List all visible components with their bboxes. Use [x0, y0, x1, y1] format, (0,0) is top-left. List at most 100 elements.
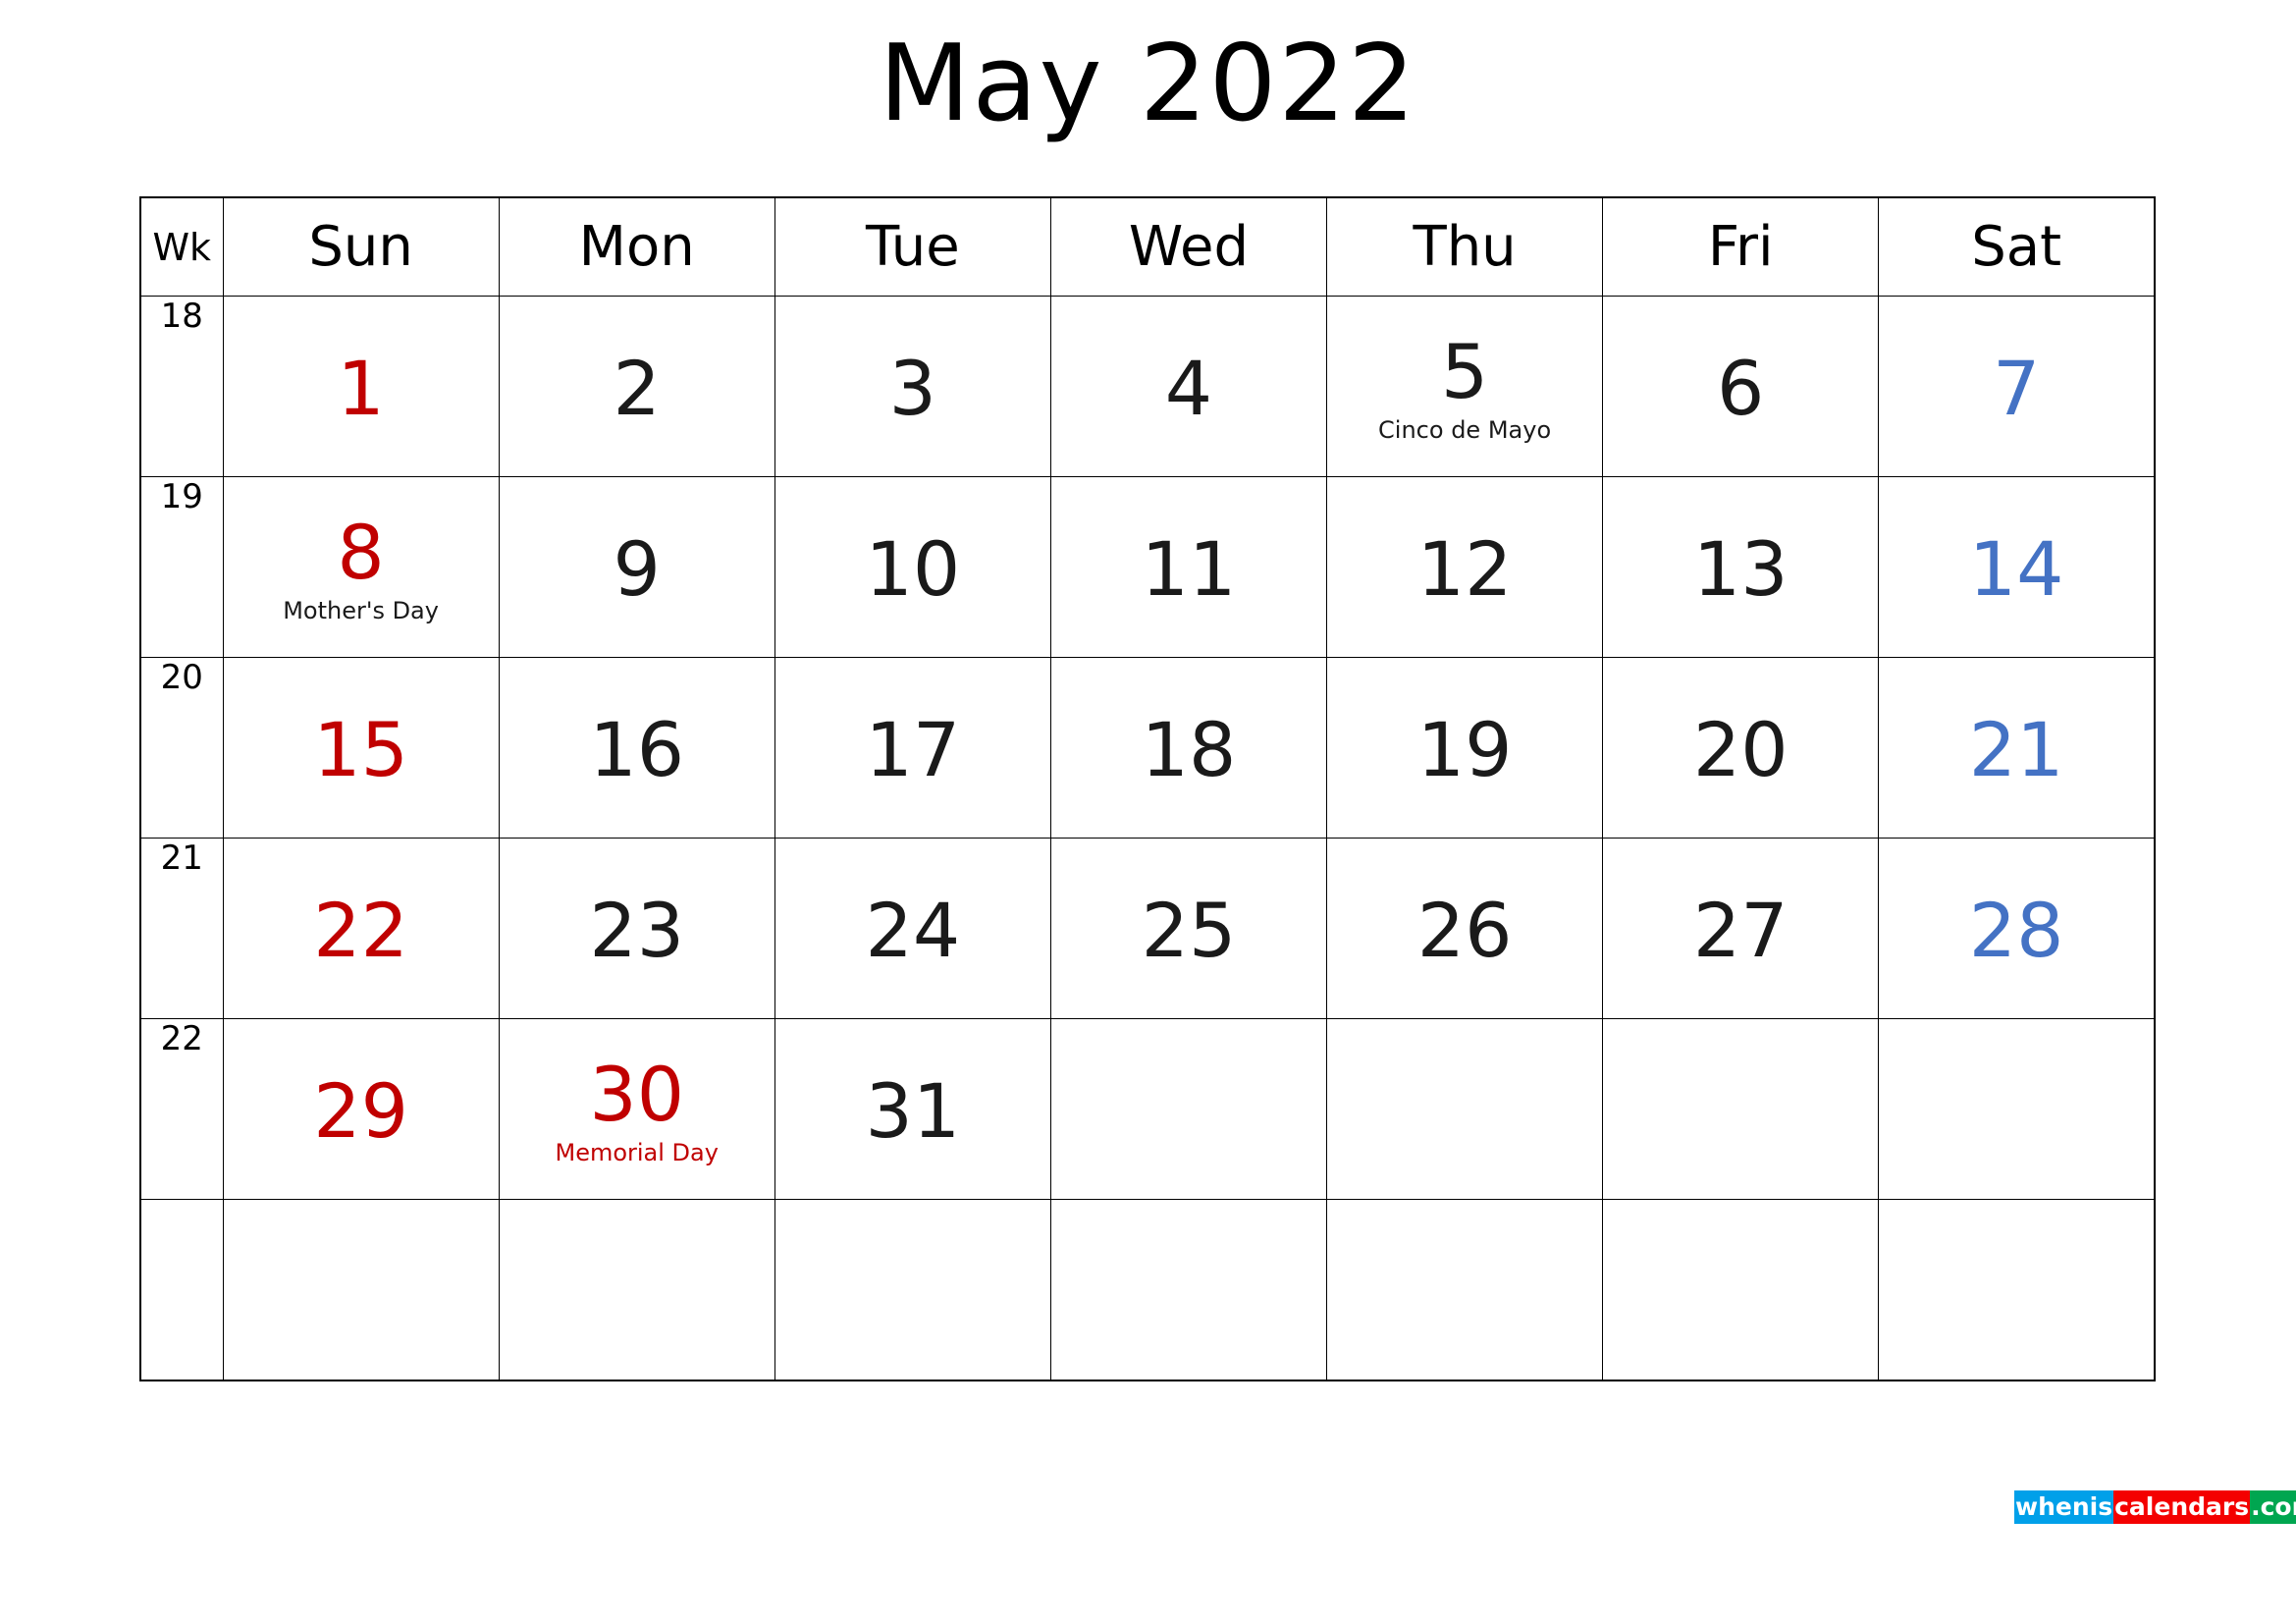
day-cell[interactable]: 30 Memorial Day: [498, 1018, 775, 1200]
day-cell[interactable]: [774, 1199, 1051, 1381]
day-cell-content: 26: [1327, 839, 1602, 1018]
day-cell[interactable]: 20: [1602, 657, 1880, 839]
week-number-cell: 18: [138, 296, 224, 477]
day-cell-content: 12: [1327, 477, 1602, 657]
day-cell-content: [1327, 1200, 1602, 1380]
day-cell[interactable]: 26: [1326, 838, 1604, 1019]
day-number: 30: [589, 1051, 685, 1139]
day-number: 26: [1416, 887, 1513, 975]
day-number: 9: [613, 525, 661, 614]
day-cell-content: 4: [1051, 297, 1326, 476]
day-cell[interactable]: [1049, 1199, 1328, 1381]
day-holiday-label: Cinco de Mayo: [1378, 415, 1552, 444]
day-cell[interactable]: 6: [1602, 296, 1880, 477]
calendar-week-row: 21 22 23 24 25 26 27 28: [138, 838, 2157, 1019]
day-cell[interactable]: [1878, 1018, 2157, 1200]
calendar-week-row: 18 1 2 3 4 5 Cinco de Mayo 6 7: [138, 296, 2157, 477]
day-cell[interactable]: 31: [774, 1018, 1051, 1200]
calendar-body: 18 1 2 3 4 5 Cinco de Mayo 6 7 19 8 Mother's Day 9 10…: [138, 296, 2157, 1381]
day-number: 25: [1141, 887, 1237, 975]
day-cell[interactable]: [1326, 1199, 1604, 1381]
day-cell[interactable]: [1049, 1018, 1328, 1200]
day-cell[interactable]: 29: [222, 1018, 500, 1200]
day-cell[interactable]: [1602, 1199, 1880, 1381]
day-number: 27: [1692, 887, 1789, 975]
day-cell[interactable]: 13: [1602, 476, 1880, 658]
day-cell[interactable]: 7: [1878, 296, 2157, 477]
calendar-week-row: [138, 1199, 2157, 1381]
day-cell-content: [1603, 1019, 1878, 1199]
day-cell-content: 15: [224, 658, 499, 838]
day-cell[interactable]: 5 Cinco de Mayo: [1326, 296, 1604, 477]
day-cell-content: 14: [1879, 477, 2154, 657]
day-number: 20: [1692, 706, 1789, 794]
day-cell-content: 29: [224, 1019, 499, 1199]
day-number: 19: [1416, 706, 1513, 794]
logo-part-whenis: whenis: [2014, 1490, 2114, 1524]
logo-part-calendars: calendars: [2113, 1490, 2251, 1524]
header-week: Wk: [138, 196, 224, 297]
day-cell[interactable]: [1326, 1018, 1604, 1200]
day-number: 16: [589, 706, 685, 794]
week-number-cell: [138, 1199, 224, 1381]
day-cell[interactable]: 8 Mother's Day: [222, 476, 500, 658]
day-cell-content: 28: [1879, 839, 2154, 1018]
day-cell-content: 24: [775, 839, 1050, 1018]
day-cell-content: [1051, 1200, 1326, 1380]
day-cell-content: [500, 1200, 774, 1380]
day-cell[interactable]: 1: [222, 296, 500, 477]
wheniscalendars-logo[interactable]: whenis calendars .com: [2014, 1490, 2296, 1524]
day-number: 12: [1416, 525, 1513, 614]
day-cell[interactable]: 3: [774, 296, 1051, 477]
day-cell[interactable]: 16: [498, 657, 775, 839]
calendar-grid: Wk Sun Mon Tue Wed Thu Fri Sat 18 1 2 3 4 5 Ci…: [138, 196, 2157, 1381]
day-number: 22: [313, 887, 408, 975]
day-cell[interactable]: [498, 1199, 775, 1381]
day-cell-content: 18: [1051, 658, 1326, 838]
day-cell-content: 8 Mother's Day: [224, 477, 499, 657]
day-cell-content: [775, 1200, 1050, 1380]
day-cell[interactable]: 15: [222, 657, 500, 839]
day-cell[interactable]: 2: [498, 296, 775, 477]
header-row: Wk Sun Mon Tue Wed Thu Fri Sat: [138, 196, 2157, 297]
day-cell[interactable]: [222, 1199, 500, 1381]
day-cell-content: [1879, 1200, 2154, 1380]
day-cell[interactable]: 17: [774, 657, 1051, 839]
day-cell[interactable]: 11: [1049, 476, 1328, 658]
day-number: 6: [1717, 345, 1765, 433]
day-number: 14: [1968, 525, 2064, 614]
day-cell[interactable]: 27: [1602, 838, 1880, 1019]
day-number: 7: [1992, 345, 2041, 433]
day-cell[interactable]: 18: [1049, 657, 1328, 839]
day-cell[interactable]: 21: [1878, 657, 2157, 839]
day-cell[interactable]: 25: [1049, 838, 1328, 1019]
day-cell[interactable]: 24: [774, 838, 1051, 1019]
day-number: 29: [313, 1067, 408, 1156]
header-day-sun: Sun: [222, 196, 500, 297]
day-cell[interactable]: 12: [1326, 476, 1604, 658]
day-cell[interactable]: 9: [498, 476, 775, 658]
day-cell-content: 20: [1603, 658, 1878, 838]
day-cell[interactable]: 10: [774, 476, 1051, 658]
day-cell[interactable]: 19: [1326, 657, 1604, 839]
day-number: 10: [865, 525, 961, 614]
day-cell[interactable]: 22: [222, 838, 500, 1019]
header-day-tue: Tue: [774, 196, 1051, 297]
day-cell-content: 7: [1879, 297, 2154, 476]
week-number-cell: 22: [138, 1018, 224, 1200]
header-day-sat: Sat: [1878, 196, 2157, 297]
header-day-fri: Fri: [1602, 196, 1880, 297]
day-cell[interactable]: 23: [498, 838, 775, 1019]
day-cell[interactable]: 4: [1049, 296, 1328, 477]
day-number: 3: [888, 345, 937, 433]
day-cell-content: 10: [775, 477, 1050, 657]
day-holiday-label: Mother's Day: [283, 596, 439, 624]
day-cell[interactable]: 28: [1878, 838, 2157, 1019]
day-cell-content: 23: [500, 839, 774, 1018]
day-cell[interactable]: [1878, 1199, 2157, 1381]
day-number: 8: [337, 509, 385, 597]
day-number: 24: [865, 887, 961, 975]
day-cell[interactable]: [1602, 1018, 1880, 1200]
day-cell[interactable]: 14: [1878, 476, 2157, 658]
day-cell-content: 13: [1603, 477, 1878, 657]
